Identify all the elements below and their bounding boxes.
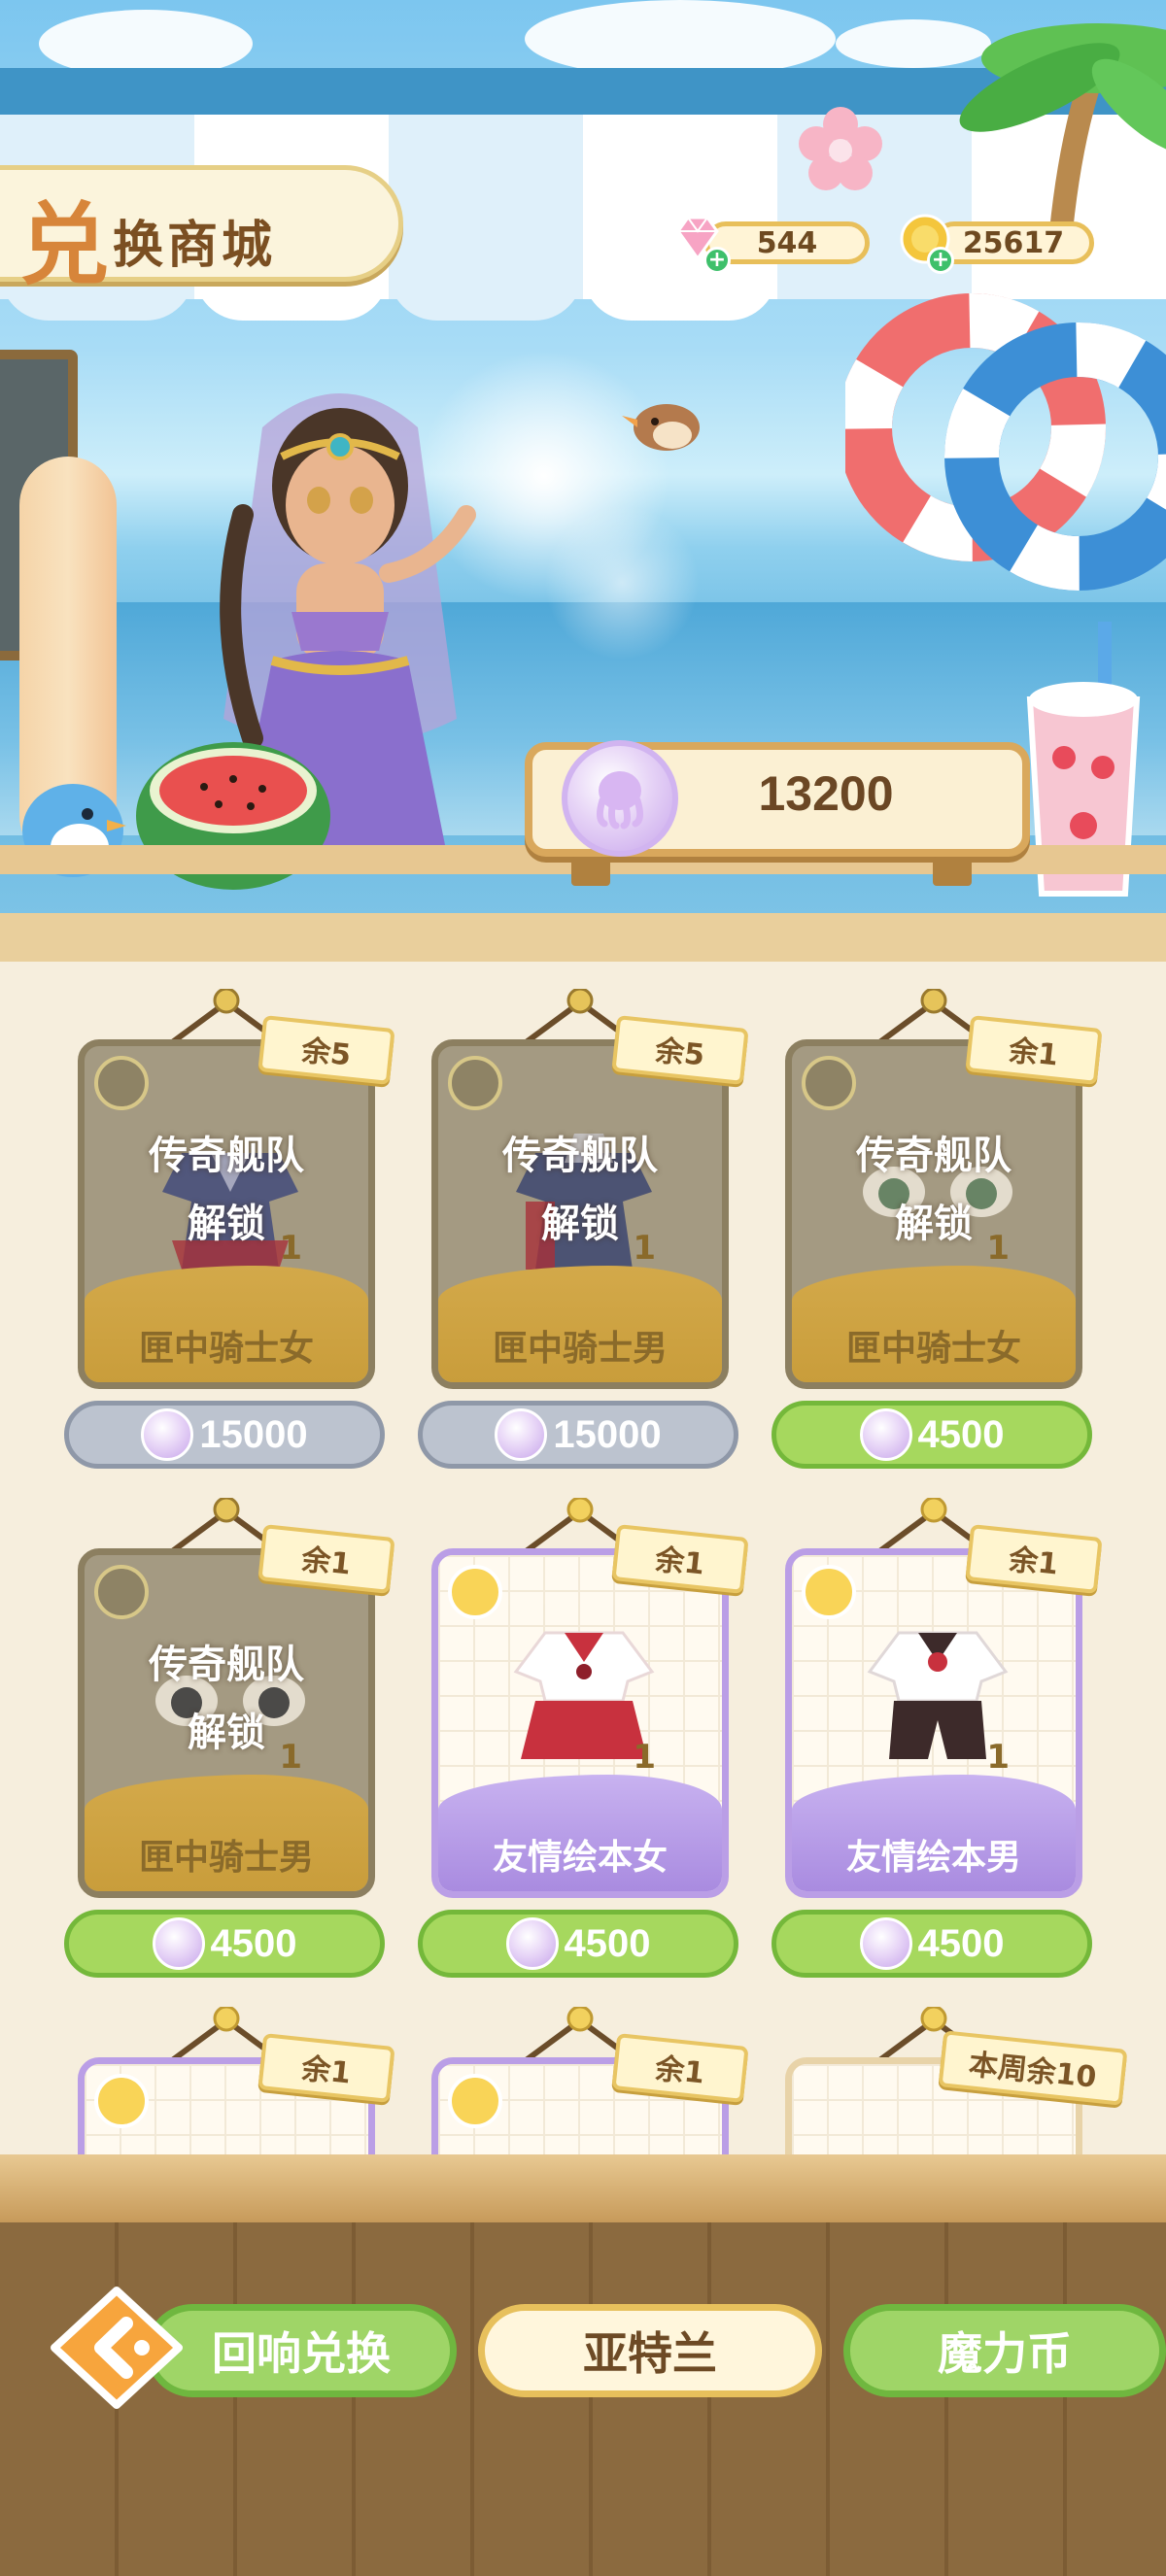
shelf-top — [0, 913, 1166, 962]
item-card[interactable]: 传奇舰队 解锁 1 匣中骑士男 — [78, 1548, 375, 1898]
item-card[interactable]: 1 友情绘本女 — [431, 1548, 729, 1898]
tab-atlan[interactable]: 亚特兰 — [478, 2304, 822, 2397]
item-name: 匣中骑士男 — [492, 1329, 668, 1369]
preview-eye-icon[interactable] — [448, 1565, 502, 1619]
lock-status-text: 解锁 — [188, 1202, 265, 1246]
hero-scene: 兑换商城 544 + 25617 + 13200 — [0, 0, 1166, 913]
item-name: 匣中骑士女 — [138, 1329, 314, 1369]
gold-balance-value: 25617 — [962, 225, 1065, 260]
lock-requirement-text: 传奇舰队 — [856, 1134, 1012, 1178]
preview-eye-icon[interactable] — [94, 1565, 149, 1619]
item-card[interactable]: 1 友情绘本男 — [785, 1548, 1082, 1898]
preview-eye-icon[interactable] — [802, 1056, 856, 1110]
tab-echo-exchange[interactable]: 回响兑换 — [146, 2304, 457, 2397]
item-card[interactable]: 传奇舰队 解锁 1 匣中骑士男 — [431, 1039, 729, 1389]
lock-status-text: 解锁 — [895, 1202, 973, 1246]
lock-status-text: 解锁 — [188, 1711, 265, 1755]
octopus-token-icon — [495, 1408, 548, 1461]
palm-tree-icon — [959, 23, 1166, 253]
tab-magic-coin[interactable]: 魔力币 — [843, 2304, 1166, 2397]
add-gem-icon[interactable]: + — [703, 247, 731, 274]
octopus-token-icon — [562, 740, 678, 857]
octopus-token-icon — [859, 1408, 912, 1461]
item-count: 1 — [633, 1738, 656, 1777]
lock-requirement-text: 传奇舰队 — [149, 1643, 304, 1687]
item-count: 1 — [986, 1738, 1010, 1777]
item-name: 友情绘本男 — [845, 1838, 1021, 1878]
price-button[interactable]: 15000 — [418, 1401, 738, 1469]
add-gold-icon[interactable]: + — [927, 247, 954, 274]
price-button[interactable]: 4500 — [418, 1910, 738, 1978]
price-button[interactable]: 4500 — [64, 1910, 385, 1978]
preview-eye-icon[interactable] — [802, 1565, 856, 1619]
preview-eye-icon[interactable] — [448, 2074, 502, 2128]
lock-requirement-text: 传奇舰队 — [502, 1134, 658, 1178]
flower-icon — [799, 107, 882, 190]
token-balance-value: 13200 — [758, 766, 894, 821]
item-name: 匣中骑士女 — [845, 1329, 1021, 1369]
item-count: 1 — [633, 1229, 656, 1268]
swim-ring-icon — [845, 293, 1166, 591]
bottom-shelf — [0, 2154, 1166, 2227]
item-card[interactable]: 传奇舰队 解锁 1 匣中骑士女 — [785, 1039, 1082, 1389]
price-button[interactable]: 4500 — [772, 1910, 1092, 1978]
gem-balance-value: 544 — [756, 225, 818, 260]
item-name: 友情绘本女 — [492, 1838, 668, 1878]
lock-requirement-text: 传奇舰队 — [149, 1134, 304, 1178]
preview-eye-icon[interactable] — [448, 1056, 502, 1110]
octopus-token-icon — [141, 1408, 194, 1461]
item-name: 匣中骑士男 — [138, 1838, 314, 1878]
item-count: 1 — [279, 1738, 302, 1777]
item-card[interactable]: 传奇舰队 解锁 1 匣中骑士女 — [78, 1039, 375, 1389]
preview-eye-icon[interactable] — [94, 2074, 149, 2128]
bird-icon — [622, 404, 700, 451]
item-count: 1 — [986, 1229, 1010, 1268]
back-arrow-icon[interactable] — [49, 2285, 185, 2411]
shop-area: 传奇舰队 解锁 1 匣中骑士女 余5 15000 传奇舰队 解锁 1 匣中骑士男… — [0, 962, 1166, 2156]
octopus-token-icon — [505, 1917, 559, 1970]
octopus-token-icon — [859, 1917, 912, 1970]
page-title: 兑换商城 — [19, 193, 277, 297]
lock-status-text: 解锁 — [541, 1202, 619, 1246]
price-button[interactable]: 15000 — [64, 1401, 385, 1469]
item-count: 1 — [279, 1229, 302, 1268]
price-button[interactable]: 4500 — [772, 1401, 1092, 1469]
gold-balance-pill[interactable]: 25617 — [933, 221, 1094, 264]
octopus-token-icon — [152, 1917, 205, 1970]
preview-eye-icon[interactable] — [94, 1056, 149, 1110]
